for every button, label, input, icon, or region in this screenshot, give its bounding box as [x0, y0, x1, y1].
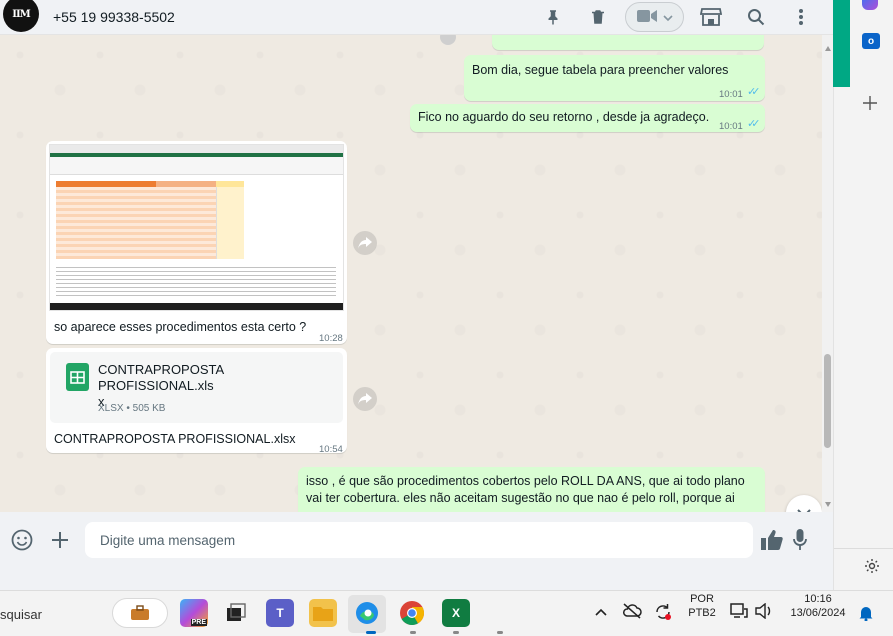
image-ribbon — [50, 157, 343, 175]
display-network-icon[interactable] — [730, 603, 748, 622]
message-outgoing[interactable]: Bom dia, segue tabela para preencher val… — [464, 55, 765, 101]
keyboard-language-indicator[interactable]: POR PTB2 — [686, 592, 718, 620]
forward-button[interactable] — [353, 387, 377, 411]
message-outgoing[interactable]: isso , é que são procedimentos cobertos … — [298, 467, 765, 512]
pin-icon[interactable] — [541, 5, 565, 29]
emoji-icon[interactable] — [11, 529, 33, 554]
teams-icon[interactable]: T — [266, 599, 294, 627]
clock-time: 10:16 — [804, 593, 832, 605]
sync-icon[interactable] — [654, 603, 672, 624]
search-icon[interactable] — [744, 5, 768, 29]
scroll-down-arrow-icon[interactable] — [825, 502, 831, 507]
browser-sidebar: o — [833, 0, 893, 590]
language-code: POR — [690, 593, 714, 605]
file-explorer-icon[interactable] — [309, 599, 337, 627]
chat-header: IIM +55 19 99338-5502 — [0, 0, 833, 35]
outlook-icon[interactable]: o — [862, 33, 880, 49]
image-table-rows — [56, 187, 216, 259]
file-attachment[interactable]: CONTRAPROPOSTA PROFISSIONAL.xls x XLSX •… — [50, 352, 343, 423]
video-call-button[interactable] — [625, 2, 684, 32]
read-receipt-icon: ✓✓ — [747, 118, 761, 130]
shop-icon[interactable] — [699, 5, 723, 29]
microphone-icon[interactable] — [793, 529, 807, 554]
avatar-text: IIM — [12, 8, 30, 20]
scroll-up-arrow-icon[interactable] — [825, 46, 831, 51]
message-outgoing[interactable]: Fico no aguardo do seu retorno , desde j… — [410, 104, 765, 132]
windows-taskbar: squisar PRE T X POR PTB2 10:16 13/06/202… — [0, 590, 893, 636]
partial-forward-button[interactable] — [440, 35, 456, 45]
taskbar-search-box[interactable]: squisar — [0, 607, 42, 622]
message-time: 10:28 — [319, 333, 343, 344]
image-table-column — [216, 187, 244, 259]
contact-avatar[interactable]: IIM — [3, 0, 39, 32]
attach-plus-icon[interactable] — [51, 531, 69, 552]
forward-button[interactable] — [353, 231, 377, 255]
settings-gear-icon[interactable] — [864, 558, 880, 577]
video-camera-icon — [636, 9, 657, 26]
message-time: 10:01 — [719, 89, 743, 100]
excel-icon[interactable]: X — [442, 599, 470, 627]
app-running-indicator — [497, 631, 503, 634]
message-incoming-image[interactable]: so aparece esses procedimentos esta cert… — [46, 141, 347, 344]
system-tray-chevron-icon[interactable] — [595, 605, 607, 620]
cloud-offline-icon[interactable] — [622, 603, 642, 622]
task-view-icon[interactable] — [222, 599, 250, 627]
message-text: isso , é que são procedimentos cobertos … — [306, 474, 745, 505]
message-time: 10:54 — [319, 444, 343, 455]
add-plus-icon[interactable] — [863, 96, 877, 113]
clock[interactable]: 10:16 13/06/2024 — [783, 592, 853, 620]
clock-date: 13/06/2024 — [790, 607, 846, 619]
chevron-down-icon — [662, 10, 673, 25]
image-caption: so aparece esses procedimentos esta cert… — [54, 320, 307, 334]
scrollbar-thumb[interactable] — [824, 354, 831, 448]
keyboard-layout-code: PTB2 — [688, 607, 716, 619]
scroll-to-bottom-button[interactable] — [786, 495, 822, 512]
chrome-running-indicator — [410, 631, 416, 634]
copilot-taskbar-icon[interactable]: PRE — [180, 599, 208, 627]
thumbs-up-icon[interactable] — [760, 529, 784, 554]
edge-browser-icon[interactable] — [353, 599, 381, 627]
sidebar-divider — [834, 548, 893, 549]
chrome-icon[interactable] — [398, 599, 426, 627]
message-input[interactable] — [85, 522, 753, 558]
more-options-icon[interactable] — [789, 5, 813, 29]
trash-icon[interactable] — [586, 5, 610, 29]
message-time: 10:01 — [719, 121, 743, 132]
spreadsheet-file-icon — [66, 363, 89, 391]
briefcase-widget-icon[interactable] — [112, 598, 168, 628]
notification-bell-icon[interactable] — [859, 605, 873, 624]
read-receipt-icon: ✓✓ — [747, 86, 761, 98]
copilot-icon[interactable] — [862, 0, 878, 10]
speaker-volume-icon[interactable] — [755, 602, 773, 622]
chat-area[interactable]: Bom dia, segue tabela para preencher val… — [0, 35, 833, 512]
forward-icon — [358, 393, 372, 405]
message-incoming-file[interactable]: CONTRAPROPOSTA PROFISSIONAL.xls x XLSX •… — [46, 348, 347, 455]
image-titlebar — [50, 145, 343, 153]
message-text: Fico no aguardo do seu retorno , desde j… — [418, 110, 710, 124]
excel-running-indicator — [453, 631, 459, 634]
forward-icon — [358, 237, 372, 249]
message-text: Bom dia, segue tabela para preencher val… — [472, 63, 729, 77]
whatsapp-green-strip — [833, 0, 850, 87]
message-composer — [0, 512, 833, 568]
partial-bubble-top — [492, 35, 764, 50]
image-paragraph-text — [56, 267, 336, 297]
file-caption: CONTRAPROPOSTA PROFISSIONAL.xlsx — [54, 432, 296, 446]
edge-active-indicator — [366, 631, 376, 634]
contact-name[interactable]: +55 19 99338-5502 — [53, 9, 175, 25]
file-meta: XLSX • 505 KB — [98, 403, 166, 414]
image-taskbar — [50, 303, 343, 310]
spreadsheet-screenshot-image[interactable] — [49, 144, 344, 311]
